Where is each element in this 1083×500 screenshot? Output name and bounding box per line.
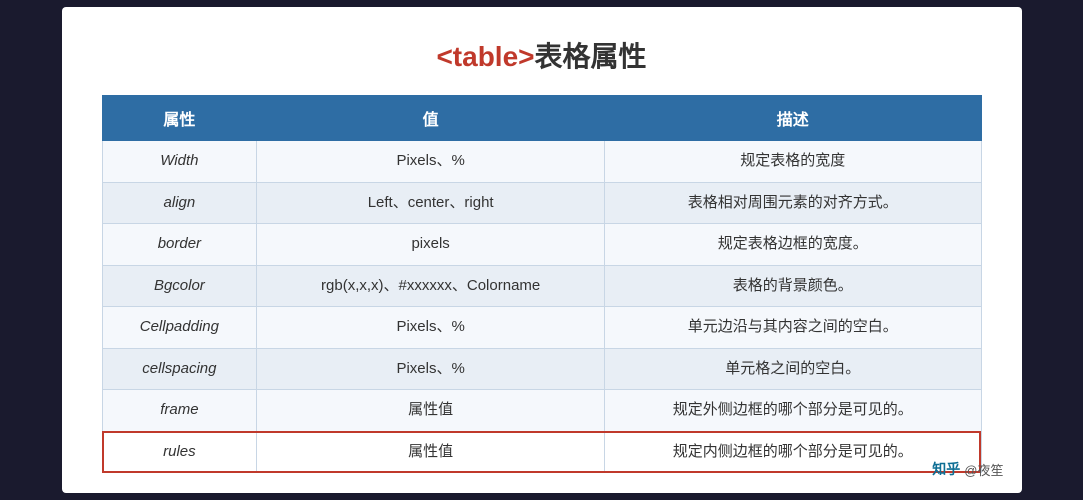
table-row: WidthPixels、%规定表格的宽度 — [102, 141, 981, 183]
cell-desc: 单元边沿与其内容之间的空白。 — [605, 307, 981, 349]
title-cn-part: 表格属性 — [535, 41, 647, 72]
table-row: frame属性值规定外侧边框的哪个部分是可见的。 — [102, 390, 981, 432]
watermark-platform: 知乎 — [932, 459, 960, 479]
col-header-desc: 描述 — [605, 96, 981, 141]
watermark-username: @夜笙 — [964, 460, 1003, 479]
table-row: CellpaddingPixels、%单元边沿与其内容之间的空白。 — [102, 307, 981, 349]
cell-attr: frame — [102, 390, 257, 432]
attributes-table: 属性 值 描述 WidthPixels、%规定表格的宽度alignLeft、ce… — [102, 95, 982, 473]
cell-attr: align — [102, 182, 257, 224]
cell-value: 属性值 — [257, 390, 605, 432]
slide-title: <table>表格属性 — [102, 35, 982, 75]
col-header-value: 值 — [257, 96, 605, 141]
cell-value: pixels — [257, 224, 605, 266]
cell-desc: 规定内侧边框的哪个部分是可见的。 — [605, 431, 981, 473]
cell-value: rgb(x,x,x)、#xxxxxx、Colorname — [257, 265, 605, 307]
cell-attr: Bgcolor — [102, 265, 257, 307]
cell-value: Pixels、% — [257, 141, 605, 183]
cell-value: Left、center、right — [257, 182, 605, 224]
cell-attr: Cellpadding — [102, 307, 257, 349]
table-row: alignLeft、center、right表格相对周围元素的对齐方式。 — [102, 182, 981, 224]
cell-desc: 表格的背景颜色。 — [605, 265, 981, 307]
cell-attr: cellspacing — [102, 348, 257, 390]
watermark: 知乎 @夜笙 — [932, 459, 1003, 479]
cell-desc: 规定外侧边框的哪个部分是可见的。 — [605, 390, 981, 432]
table-row: Bgcolorrgb(x,x,x)、#xxxxxx、Colorname表格的背景… — [102, 265, 981, 307]
cell-attr: rules — [102, 431, 257, 473]
cell-attr: Width — [102, 141, 257, 183]
cell-value: Pixels、% — [257, 307, 605, 349]
cell-value: Pixels、% — [257, 348, 605, 390]
cell-desc: 表格相对周围元素的对齐方式。 — [605, 182, 981, 224]
cell-desc: 单元格之间的空白。 — [605, 348, 981, 390]
cell-desc: 规定表格边框的宽度。 — [605, 224, 981, 266]
table-row: cellspacingPixels、%单元格之间的空白。 — [102, 348, 981, 390]
title-code-part: <table> — [436, 41, 534, 72]
col-header-attr: 属性 — [102, 96, 257, 141]
table-row: borderpixels规定表格边框的宽度。 — [102, 224, 981, 266]
cell-value: 属性值 — [257, 431, 605, 473]
table-row: rules属性值规定内侧边框的哪个部分是可见的。 — [102, 431, 981, 473]
cell-desc: 规定表格的宽度 — [605, 141, 981, 183]
cell-attr: border — [102, 224, 257, 266]
slide: <table>表格属性 属性 值 描述 WidthPixels、%规定表格的宽度… — [62, 7, 1022, 493]
table-header-row: 属性 值 描述 — [102, 96, 981, 141]
